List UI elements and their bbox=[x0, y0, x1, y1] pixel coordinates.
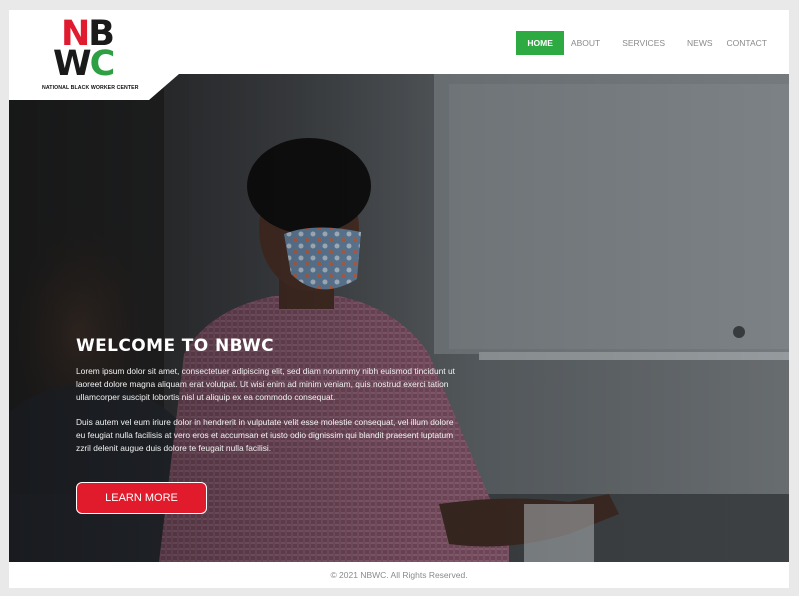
nav-item-contact[interactable]: CONTACT bbox=[720, 31, 774, 55]
hero-section: WELCOME TO NBWC Lorem ipsum dolor sit am… bbox=[9, 74, 789, 562]
nav-item-services[interactable]: SERVICES bbox=[615, 31, 672, 55]
site-footer: © 2021 NBWC. All Rights Reserved. bbox=[9, 562, 789, 588]
hero-paragraph-1: Lorem ipsum dolor sit amet, consectetuer… bbox=[76, 366, 455, 402]
hero-paragraph-2: Duis autem vel eum iriure dolor in hendr… bbox=[76, 417, 454, 453]
logo-letters-bottom: WC bbox=[53, 47, 115, 82]
nav-item-about[interactable]: ABOUT bbox=[564, 31, 607, 55]
nav-item-news[interactable]: NEWS bbox=[680, 31, 720, 55]
hero-title: WELCOME TO NBWC bbox=[76, 336, 275, 356]
page-frame: HOME ABOUT SERVICES NEWS CONTACT WELCOME… bbox=[9, 10, 789, 588]
main-nav: HOME ABOUT SERVICES NEWS CONTACT bbox=[516, 31, 774, 55]
logo-letter-c: C bbox=[89, 44, 116, 84]
nbwc-logo[interactable]: NB WC NATIONAL BLACK WORKER CENTER bbox=[9, 10, 179, 100]
logo-tagline: NATIONAL BLACK WORKER CENTER bbox=[42, 85, 139, 91]
copyright-text: © 2021 NBWC. All Rights Reserved. bbox=[330, 570, 468, 580]
learn-more-button[interactable]: LEARN MORE bbox=[76, 482, 207, 514]
hero-content: WELCOME TO NBWC Lorem ipsum dolor sit am… bbox=[76, 336, 456, 467]
logo-letter-w: W bbox=[53, 44, 92, 84]
nav-item-home[interactable]: HOME bbox=[516, 31, 564, 55]
